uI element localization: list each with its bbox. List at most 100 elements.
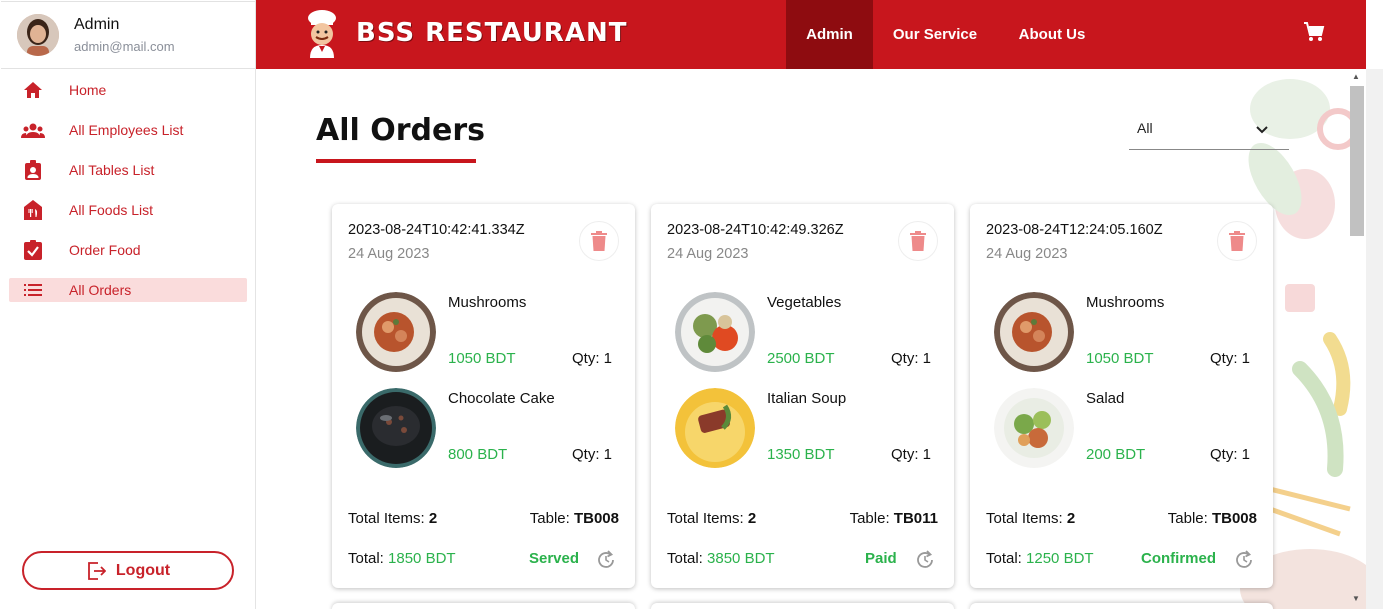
refresh-status-icon[interactable] — [596, 550, 616, 570]
nav-our-service[interactable]: Our Service — [881, 0, 989, 69]
status-badge: Paid — [865, 550, 897, 567]
total-items: Total Items: 2 — [986, 510, 1076, 527]
sidebar-item-home[interactable]: Home — [9, 78, 247, 102]
table-number: Table: TB011 — [849, 510, 938, 527]
sidebar-item-label: All Orders — [69, 282, 132, 298]
top-header: BSS RESTAURANT Admin Our Service About U… — [256, 0, 1366, 69]
order-item: Salad 200 BDT Qty: 1 — [994, 388, 1258, 472]
sidebar-item-label: All Foods List — [69, 202, 154, 218]
food-name: Vegetables — [767, 294, 842, 311]
order-total: Total: 3850 BDT — [667, 550, 775, 567]
refresh-status-icon[interactable] — [1234, 550, 1254, 570]
logout-label: Logout — [115, 561, 171, 579]
food-image — [675, 388, 755, 468]
restaurant-icon — [21, 199, 45, 221]
sidebar-item-all-orders[interactable]: All Orders — [9, 278, 247, 302]
food-image — [356, 292, 436, 372]
trash-icon — [1229, 231, 1245, 251]
profile-name: Admin — [74, 16, 120, 33]
food-qty: Qty: 1 — [571, 350, 612, 367]
refresh-status-icon[interactable] — [915, 550, 935, 570]
order-item: Mushrooms 1050 BDT Qty: 1 — [994, 292, 1258, 376]
badge-icon — [21, 159, 45, 181]
food-qty: Qty: 1 — [571, 446, 612, 463]
order-item: Vegetables 2500 BDT Qty: 1 — [675, 292, 939, 376]
trash-icon — [591, 231, 607, 251]
people-icon — [21, 119, 45, 141]
sidebar-item-label: All Employees List — [69, 122, 184, 138]
food-image — [994, 292, 1074, 372]
food-price: 1050 BDT — [1086, 350, 1154, 367]
status-badge: Served — [529, 550, 580, 567]
order-card — [651, 603, 954, 609]
order-card — [970, 603, 1273, 609]
food-name: Salad — [1086, 390, 1125, 407]
food-price: 2500 BDT — [767, 350, 835, 367]
food-name: Italian Soup — [767, 390, 847, 407]
sidebar-item-foods[interactable]: All Foods List — [9, 198, 247, 222]
order-card — [332, 603, 635, 609]
logout-button[interactable]: Logout — [22, 551, 234, 590]
food-image — [675, 292, 755, 372]
order-card: 2023-08-24T10:42:49.326Z 24 Aug 2023 Veg… — [651, 204, 954, 588]
status-badge: Confirmed — [1141, 550, 1216, 567]
food-qty: Qty: 1 — [890, 350, 931, 367]
order-item: Italian Soup 1350 BDT Qty: 1 — [675, 388, 939, 472]
sidebar-item-label: All Tables List — [69, 162, 155, 178]
page-title: All Orders — [316, 113, 485, 148]
order-date: 24 Aug 2023 — [667, 246, 749, 262]
sidebar-item-order-food[interactable]: Order Food — [9, 238, 247, 262]
brand-name[interactable]: BSS RESTAURANT — [356, 18, 627, 48]
food-qty: Qty: 1 — [1209, 350, 1250, 367]
food-price: 200 BDT — [1086, 446, 1146, 463]
clipboard-check-icon — [21, 239, 45, 261]
food-qty: Qty: 1 — [890, 446, 931, 463]
delete-order-button[interactable] — [579, 221, 619, 261]
food-price: 1350 BDT — [767, 446, 835, 463]
scrollbar-track[interactable] — [1366, 69, 1383, 609]
order-item: Mushrooms 1050 BDT Qty: 1 — [356, 292, 620, 376]
scrollbar-thumb[interactable] — [1350, 86, 1364, 236]
table-number: Table: TB008 — [529, 510, 619, 527]
status-filter-select[interactable]: All — [1129, 112, 1289, 150]
logout-icon — [87, 561, 106, 580]
delete-order-button[interactable] — [1217, 221, 1257, 261]
order-timestamp: 2023-08-24T12:24:05.160Z — [986, 222, 1163, 238]
title-underline — [316, 159, 476, 163]
order-timestamp: 2023-08-24T10:42:49.326Z — [667, 222, 844, 238]
food-price: 800 BDT — [448, 446, 508, 463]
food-name: Mushrooms — [448, 294, 527, 311]
sidebar-item-label: Home — [69, 82, 107, 98]
order-date: 24 Aug 2023 — [348, 246, 430, 262]
scroll-down-arrow-icon[interactable]: ▼ — [1352, 594, 1360, 603]
chevron-down-icon — [1255, 122, 1269, 140]
window-edge — [1366, 0, 1383, 69]
sidebar: Admin admin@mail.com Home All Employees … — [0, 0, 256, 609]
sidebar-item-label: Order Food — [69, 242, 141, 258]
list-icon — [21, 279, 45, 301]
sidebar-item-employees[interactable]: All Employees List — [9, 118, 247, 142]
order-total: Total: 1250 BDT — [986, 550, 1094, 567]
total-items: Total Items: 2 — [348, 510, 438, 527]
trash-icon — [910, 231, 926, 251]
food-qty: Qty: 1 — [1209, 446, 1250, 463]
order-timestamp: 2023-08-24T10:42:41.334Z — [348, 222, 525, 238]
total-items: Total Items: 2 — [667, 510, 757, 527]
filter-value: All — [1137, 120, 1153, 136]
scroll-up-arrow-icon[interactable]: ▲ — [1352, 72, 1360, 81]
sidebar-item-tables[interactable]: All Tables List — [9, 158, 247, 182]
chef-logo-icon[interactable] — [304, 10, 340, 58]
order-item: Chocolate Cake 800 BDT Qty: 1 — [356, 388, 620, 472]
food-name: Mushrooms — [1086, 294, 1165, 311]
avatar[interactable] — [17, 14, 59, 56]
nav-admin[interactable]: Admin — [786, 0, 873, 69]
delete-order-button[interactable] — [898, 221, 938, 261]
order-card: 2023-08-24T12:24:05.160Z 24 Aug 2023 Mus… — [970, 204, 1273, 588]
cart-icon[interactable] — [1302, 20, 1326, 44]
profile-section: Admin admin@mail.com — [1, 1, 255, 69]
nav-about-us[interactable]: About Us — [1008, 0, 1096, 69]
home-icon — [21, 79, 45, 101]
table-number: Table: TB008 — [1167, 510, 1257, 527]
food-price: 1050 BDT — [448, 350, 516, 367]
order-date: 24 Aug 2023 — [986, 246, 1068, 262]
